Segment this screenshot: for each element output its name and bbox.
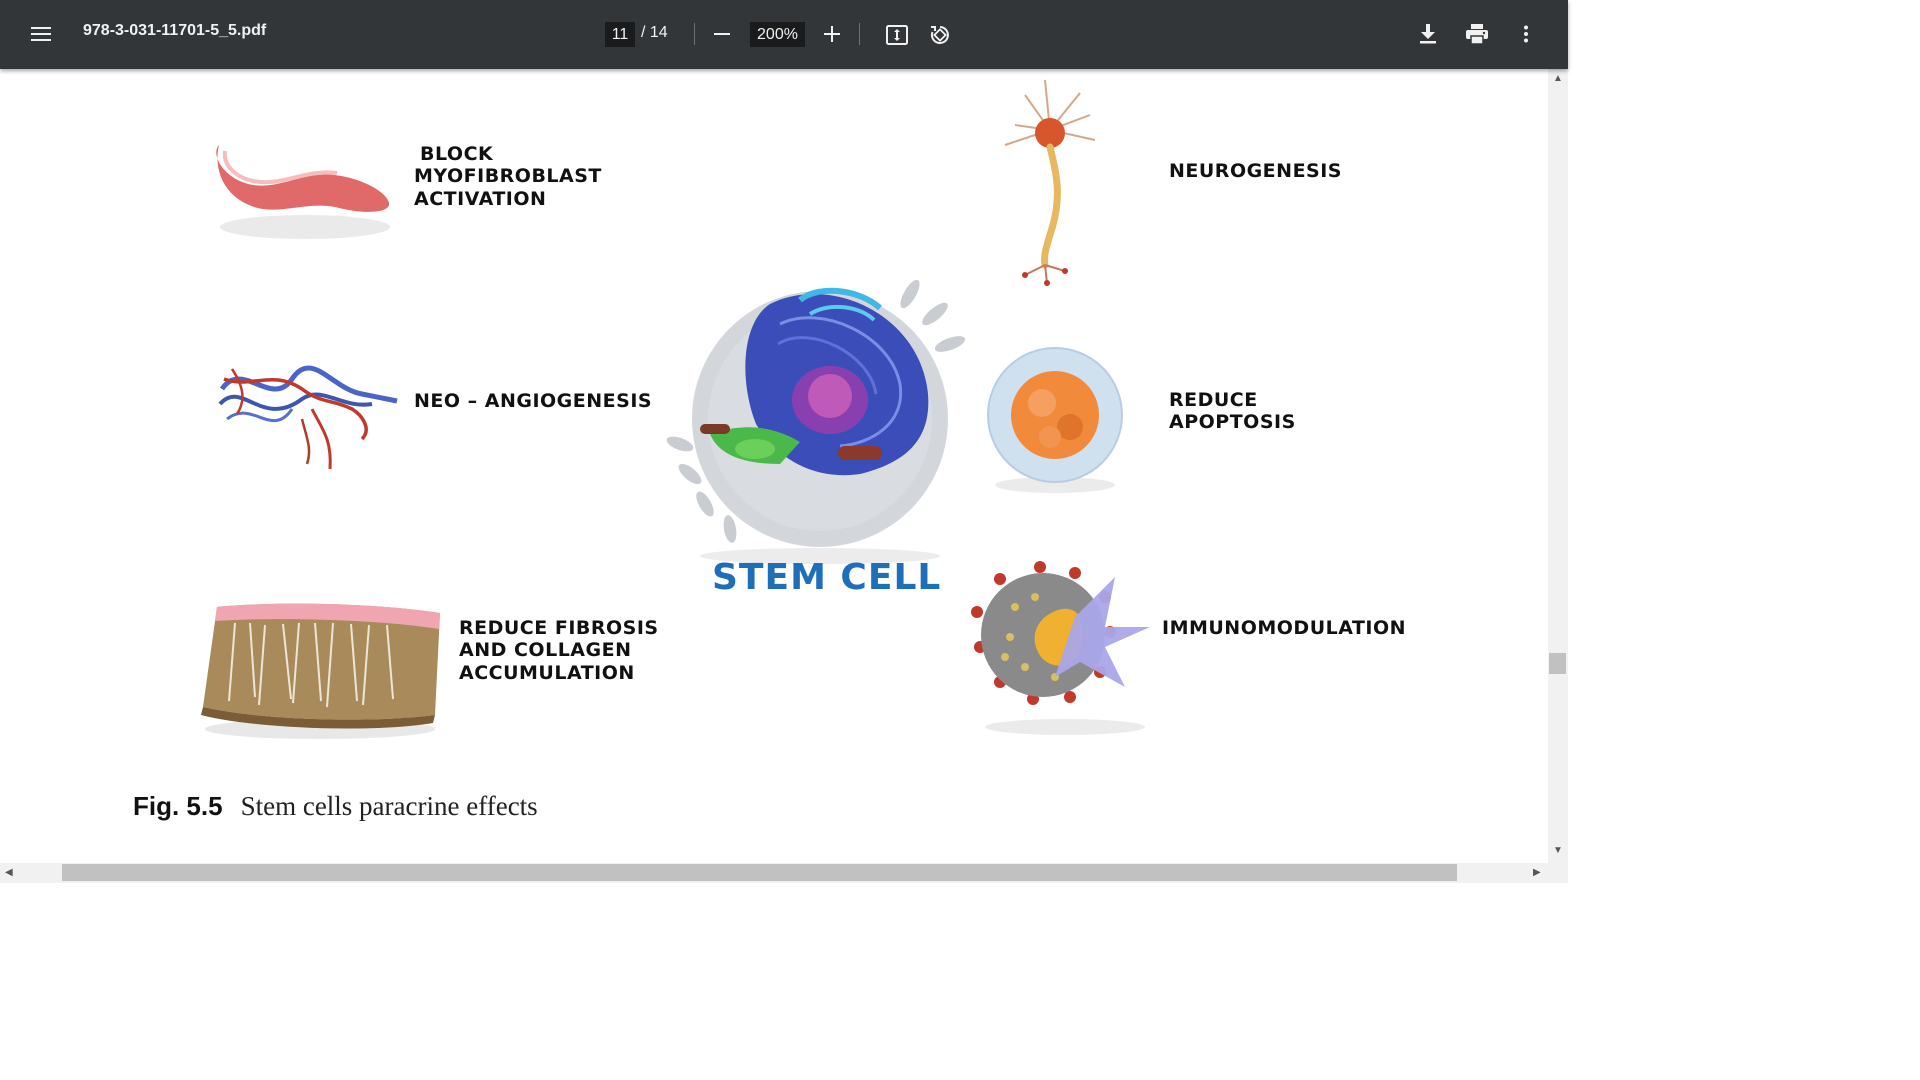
- label-stem-cell: STEM CELL: [712, 557, 942, 598]
- pdf-page-view[interactable]: BLOCK MYOFIBROBLAST ACTIVATION NEO – ANG…: [0, 69, 1548, 863]
- zoom-input[interactable]: 200%: [750, 22, 805, 47]
- vertical-scroll-thumb[interactable]: [1549, 653, 1566, 674]
- zoom-in-button[interactable]: [820, 22, 844, 46]
- more-vert-icon[interactable]: [1514, 22, 1538, 46]
- document-title: 978-3-031-11701-5_5.pdf: [83, 22, 267, 39]
- myofibroblast-illustration: [216, 145, 390, 239]
- zoom-out-button[interactable]: [710, 22, 734, 46]
- label-block-line1: BLOCK: [420, 143, 494, 165]
- immune-cells-illustration: [971, 561, 1150, 735]
- vertical-scrollbar[interactable]: [1548, 69, 1568, 863]
- label-neo-angiogenesis: NEO – ANGIOGENESIS: [414, 390, 653, 412]
- scroll-down-arrow-icon[interactable]: ▼: [1553, 846, 1563, 856]
- label-apoptosis-line1: REDUCE: [1169, 389, 1258, 411]
- figure-number: Fig. 5.5: [133, 791, 223, 821]
- page-number-input[interactable]: 11: [605, 22, 635, 47]
- fibrous-tissue-illustration: [201, 603, 440, 739]
- scroll-right-arrow-icon[interactable]: ▶: [1533, 868, 1541, 878]
- label-fibrosis-line3: ACCUMULATION: [459, 662, 635, 684]
- label-block-line3: ACTIVATION: [414, 188, 547, 210]
- page-total: / 14: [641, 24, 668, 41]
- label-block-line2: MYOFIBROBLAST: [414, 165, 602, 187]
- scrollbar-corner: [1548, 863, 1568, 883]
- minus-icon: [714, 33, 730, 35]
- stem-cell-illustration: [666, 279, 966, 564]
- figure-caption: Fig. 5.5 Stem cells paracrine effects: [133, 791, 538, 822]
- toolbar-divider: [694, 23, 695, 45]
- neuron-illustration: [1004, 79, 1096, 286]
- figure-caption-text: Stem cells paracrine effects: [240, 791, 538, 821]
- scroll-up-arrow-icon[interactable]: ▲: [1553, 74, 1563, 84]
- rotate-icon[interactable]: [927, 21, 953, 47]
- label-apoptosis-line2: APOPTOSIS: [1169, 411, 1296, 433]
- print-icon[interactable]: [1464, 22, 1490, 46]
- scroll-left-arrow-icon[interactable]: ◀: [5, 868, 13, 878]
- pdf-toolbar: 978-3-031-11701-5_5.pdf 11 / 14 200%: [0, 0, 1568, 69]
- hamburger-menu-icon[interactable]: [29, 22, 53, 46]
- label-neurogenesis: NEUROGENESIS: [1169, 160, 1342, 182]
- cell-apoptosis-illustration: [987, 347, 1123, 493]
- label-fibrosis-line2: AND COLLAGEN: [459, 639, 632, 661]
- download-icon[interactable]: [1416, 22, 1440, 46]
- horizontal-scroll-thumb[interactable]: [62, 864, 1457, 881]
- fit-to-page-icon[interactable]: [884, 22, 910, 48]
- label-fibrosis-line1: REDUCE FIBROSIS: [459, 617, 659, 639]
- plus-icon: [824, 26, 840, 42]
- label-immunomodulation: IMMUNOMODULATION: [1162, 617, 1407, 639]
- blood-vessels-illustration: [218, 365, 398, 470]
- toolbar-divider: [859, 23, 860, 45]
